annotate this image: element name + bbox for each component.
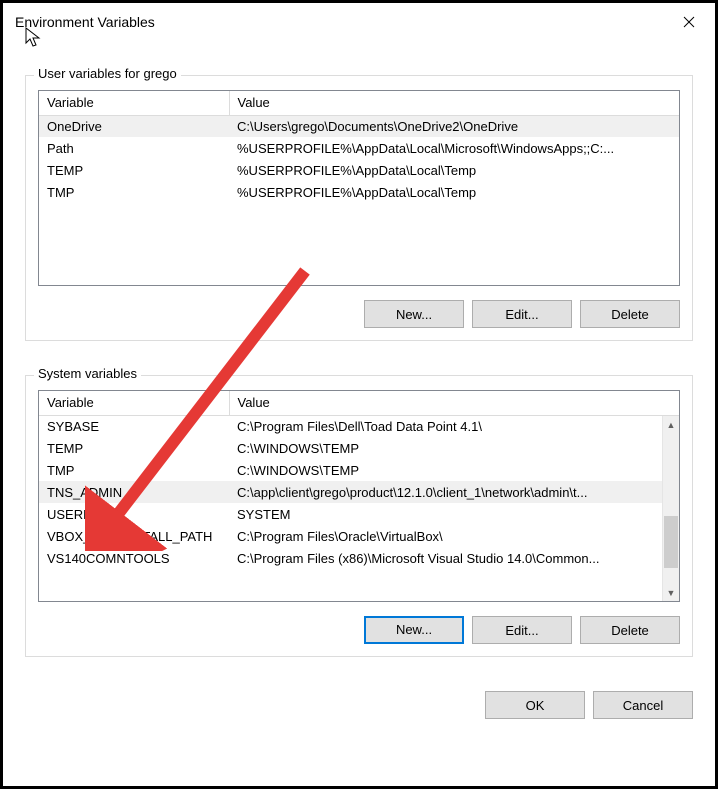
system-delete-button[interactable]: Delete	[580, 616, 680, 644]
cell-value: C:\WINDOWS\TEMP	[229, 437, 679, 459]
cell-value: SYSTEM	[229, 503, 679, 525]
window-title: Environment Variables	[15, 14, 155, 30]
system-variables-table[interactable]: Variable Value SYBASE C:\Program Files\D…	[38, 390, 680, 602]
close-button[interactable]	[675, 8, 703, 36]
column-header-variable[interactable]: Variable	[39, 91, 229, 115]
cell-variable: SYBASE	[39, 415, 229, 437]
cell-variable: OneDrive	[39, 115, 229, 137]
user-new-button[interactable]: New...	[364, 300, 464, 328]
table-row[interactable]: TNS_ADMIN C:\app\client\grego\product\12…	[39, 481, 679, 503]
cell-value: C:\Program Files\Dell\Toad Data Point 4.…	[229, 415, 679, 437]
table-row[interactable]: TEMP %USERPROFILE%\AppData\Local\Temp	[39, 159, 679, 181]
column-header-value[interactable]: Value	[229, 391, 679, 415]
user-variables-table[interactable]: Variable Value OneDrive C:\Users\grego\D…	[38, 90, 680, 286]
user-group-label: User variables for grego	[34, 66, 181, 81]
cell-variable: USERNAME	[39, 503, 229, 525]
cell-variable: TEMP	[39, 159, 229, 181]
cell-value: %USERPROFILE%\AppData\Local\Temp	[229, 181, 679, 203]
cell-value: C:\app\client\grego\product\12.1.0\clien…	[229, 481, 679, 503]
table-row[interactable]: OneDrive C:\Users\grego\Documents\OneDri…	[39, 115, 679, 137]
system-variables-group: System variables Variable Value SYBASE C…	[25, 375, 693, 657]
column-header-value[interactable]: Value	[229, 91, 679, 115]
table-row[interactable]: TEMP C:\WINDOWS\TEMP	[39, 437, 679, 459]
cell-value: %USERPROFILE%\AppData\Local\Temp	[229, 159, 679, 181]
table-row[interactable]: VBOX_MSI_INSTALL_PATH C:\Program Files\O…	[39, 525, 679, 547]
cancel-button[interactable]: Cancel	[593, 691, 693, 719]
ok-button[interactable]: OK	[485, 691, 585, 719]
column-header-variable[interactable]: Variable	[39, 391, 229, 415]
cell-variable: TNS_ADMIN	[39, 481, 229, 503]
cell-value: C:\WINDOWS\TEMP	[229, 459, 679, 481]
cell-value: C:\Users\grego\Documents\OneDrive2\OneDr…	[229, 115, 679, 137]
scroll-up-icon[interactable]: ▲	[663, 416, 679, 433]
cell-variable: TEMP	[39, 437, 229, 459]
system-new-button[interactable]: New...	[364, 616, 464, 644]
scroll-thumb[interactable]	[664, 516, 678, 568]
cell-value: %USERPROFILE%\AppData\Local\Microsoft\Wi…	[229, 137, 679, 159]
table-row[interactable]: SYBASE C:\Program Files\Dell\Toad Data P…	[39, 415, 679, 437]
user-variables-group: User variables for grego Variable Value …	[25, 75, 693, 341]
close-icon	[683, 16, 695, 28]
system-group-label: System variables	[34, 366, 141, 381]
cell-variable: TMP	[39, 459, 229, 481]
cell-value: C:\Program Files\Oracle\VirtualBox\	[229, 525, 679, 547]
cell-variable: VS140COMNTOOLS	[39, 547, 229, 569]
table-row[interactable]: TMP C:\WINDOWS\TEMP	[39, 459, 679, 481]
titlebar: Environment Variables	[3, 3, 715, 41]
scrollbar[interactable]: ▲ ▼	[662, 416, 679, 601]
user-delete-button[interactable]: Delete	[580, 300, 680, 328]
table-row[interactable]: TMP %USERPROFILE%\AppData\Local\Temp	[39, 181, 679, 203]
user-edit-button[interactable]: Edit...	[472, 300, 572, 328]
cell-variable: VBOX_MSI_INSTALL_PATH	[39, 525, 229, 547]
scroll-down-icon[interactable]: ▼	[663, 584, 679, 601]
system-edit-button[interactable]: Edit...	[472, 616, 572, 644]
cell-variable: Path	[39, 137, 229, 159]
table-row[interactable]: VS140COMNTOOLS C:\Program Files (x86)\Mi…	[39, 547, 679, 569]
cell-variable: TMP	[39, 181, 229, 203]
table-row[interactable]: USERNAME SYSTEM	[39, 503, 679, 525]
cell-value: C:\Program Files (x86)\Microsoft Visual …	[229, 547, 679, 569]
table-row[interactable]: Path %USERPROFILE%\AppData\Local\Microso…	[39, 137, 679, 159]
